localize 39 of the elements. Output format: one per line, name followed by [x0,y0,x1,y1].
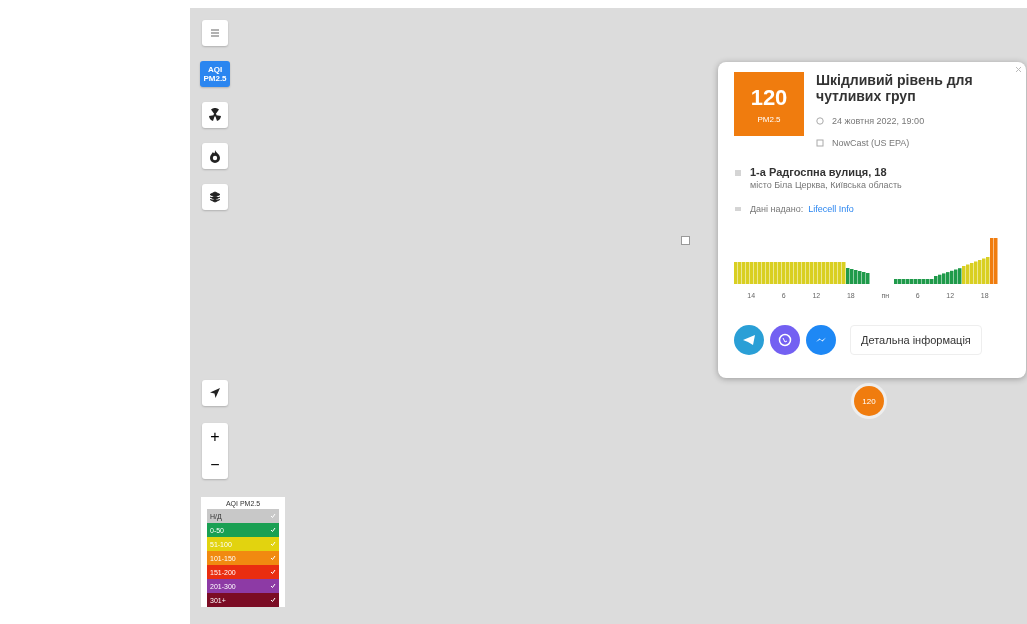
radiation-icon [208,108,222,122]
station-address: 1-а Радгоспна вулиця, 18 [750,166,888,178]
menu-button[interactable] [202,20,228,46]
navigation-arrow-icon [209,387,221,399]
checkbox[interactable] [270,569,276,575]
viber-share-button[interactable] [770,325,800,355]
checkbox[interactable] [270,513,276,519]
zoom-out-button[interactable]: − [202,451,228,479]
checkbox[interactable] [270,555,276,561]
phone-bubble-icon [778,333,792,347]
aqi-layer-button[interactable]: AQI PM2.5 [200,61,230,87]
menu-icon [210,28,220,38]
close-button[interactable] [1015,66,1022,73]
layers-icon [209,191,221,203]
checkbox[interactable] [270,541,276,547]
close-icon [1015,66,1022,73]
clock-icon [816,117,824,125]
data-source-label: Дані надано: [750,204,804,214]
station-city: місто Біла Церква, Київська область [750,180,902,190]
aqi-map-marker[interactable]: 120 [854,386,884,416]
aqi-badge: 120 PM2.5 [734,72,804,136]
fire-icon [208,149,222,163]
fire-button[interactable] [202,143,228,169]
messenger-share-button[interactable] [806,325,836,355]
map-marker-icon[interactable] [681,236,690,245]
checkbox[interactable] [270,597,276,603]
checkbox[interactable] [270,583,276,589]
details-button[interactable]: Детальна інформація [850,325,982,355]
air-quality-title: Шкідливий рівень для чутливих груп [816,72,974,104]
calculation-method: NowCast (US EPA) [832,138,910,148]
data-source-link[interactable]: Lifecell Info [808,204,854,214]
measurement-time: 24 жовтня 2022, 19:00 [832,116,925,126]
layers-button[interactable] [202,184,228,210]
paper-plane-icon [742,333,756,347]
zoom-in-button[interactable]: + [202,423,228,451]
telegram-share-button[interactable] [734,325,764,355]
checkbox[interactable] [270,527,276,533]
locate-button[interactable] [202,380,228,406]
radiation-button[interactable] [202,102,228,128]
